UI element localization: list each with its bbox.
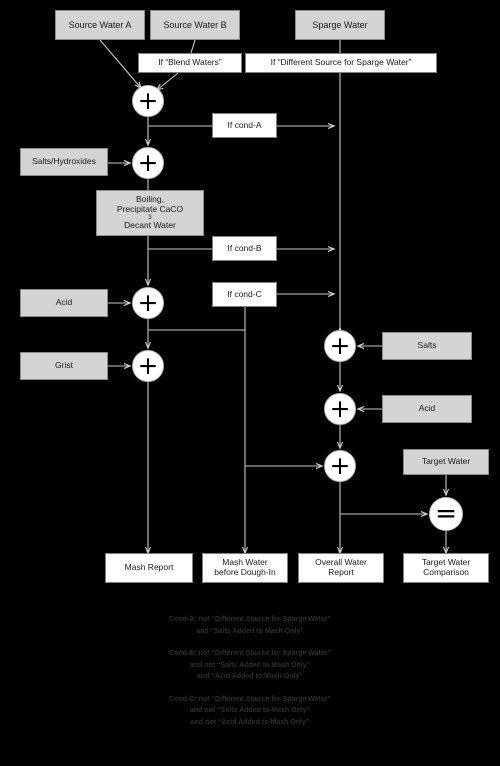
footnote-line: and “Salts Added to Mash Only” (196, 627, 304, 635)
plus-icon: + (137, 287, 159, 317)
plus-icon: + (137, 350, 159, 380)
node-label-multiline: Boiling, Precipitate CaCO 3 Decant Water (108, 194, 192, 231)
footnote-cond-b: Cond-B: not “Different Source for Sparge… (0, 648, 500, 683)
node-label: If “Blend Waters” (158, 57, 222, 68)
node-overall-water-report[interactable]: Overall Water Report (298, 553, 384, 583)
node-sparge-water[interactable]: Sparge Water (295, 10, 385, 40)
operator-grist-junction[interactable]: + (132, 350, 164, 382)
plus-icon: + (329, 330, 351, 360)
node-target-water-comparison[interactable]: Target Water Comparison (403, 553, 489, 583)
node-salts-right[interactable]: Salts (382, 332, 472, 360)
node-acid-right[interactable]: Acid (382, 395, 472, 423)
node-if-cond-c[interactable]: If cond-C (212, 282, 277, 307)
node-label: If cond-A (227, 119, 262, 130)
node-source-water-b[interactable]: Source Water B (150, 10, 240, 40)
plus-icon: + (137, 147, 159, 177)
footnote-cond-a: Cond-A: not “Different Source for Sparge… (0, 614, 500, 637)
flowchart-canvas: Source Water A Source Water B Sparge Wat… (0, 0, 500, 766)
node-label-multiline: Target Water Comparison (416, 557, 476, 578)
node-if-cond-a[interactable]: If cond-A (212, 113, 277, 138)
node-target-water[interactable]: Target Water (403, 449, 489, 475)
node-label: If cond-B (227, 242, 262, 253)
footnotes-block: Cond-A: not “Different Source for Sparge… (0, 614, 500, 739)
footnote-line: and “Acid Added to Mash Only” (197, 673, 303, 680)
operator-sparge-salts-junction[interactable]: + (324, 330, 356, 362)
node-label-multiline: Mash Water before Dough-In (208, 557, 281, 578)
node-acid-left[interactable]: Acid (20, 289, 108, 317)
operator-salts-junction[interactable]: + (132, 147, 164, 179)
node-label: Salts (417, 340, 437, 351)
operator-sparge-acid-junction[interactable]: + (324, 393, 356, 425)
node-if-blend-waters[interactable]: If “Blend Waters” (138, 53, 242, 73)
footnote-line: Cond-B: not “Different Source for Sparge… (169, 650, 331, 657)
operator-overall-junction[interactable]: + (324, 450, 356, 482)
node-if-cond-b[interactable]: If cond-B (212, 236, 277, 261)
node-mash-water-before-dough-in[interactable]: Mash Water before Dough-In (202, 553, 288, 583)
node-label: Target Water (421, 456, 471, 467)
node-label: Salts/Hydroxides (32, 156, 96, 167)
operator-compare-junction[interactable]: = (429, 497, 463, 531)
operator-acid-junction[interactable]: + (132, 287, 164, 319)
boiling-line-3: Decant Water (124, 220, 176, 231)
footnote-line: Cond-C: not “Different Source for Sparge… (169, 695, 331, 703)
node-label-multiline: Overall Water Report (309, 557, 373, 578)
node-label: Source Water B (163, 19, 227, 30)
footnote-line: and not “Salts Added to Mash Only” (189, 661, 311, 669)
comparison-line-2: Comparison (423, 567, 469, 577)
node-mash-report[interactable]: Mash Report (105, 553, 193, 583)
node-grist[interactable]: Grist (20, 352, 108, 380)
boiling-line-2: Precipitate CaCO 3 (111, 204, 189, 222)
node-source-water-a[interactable]: Source Water A (55, 10, 145, 40)
node-boiling-precipitate[interactable]: Boiling, Precipitate CaCO 3 Decant Water (96, 190, 204, 236)
edge-ifblend-blend (157, 72, 179, 90)
node-label: Sparge Water (312, 19, 368, 30)
node-salts-hydroxides[interactable]: Salts/Hydroxides (20, 148, 108, 176)
node-label: Mash Report (124, 562, 174, 573)
footnote-cond-c: Cond-C: not “Different Source for Sparge… (0, 694, 500, 729)
node-if-different-source-sparge[interactable]: If “Different Source for Sparge Water” (245, 53, 437, 73)
plus-icon: + (137, 85, 159, 115)
node-label: Grist (55, 360, 73, 371)
overall-line-2: Report (328, 567, 354, 577)
edge-sourcea-blend (99, 39, 141, 88)
footnote-line: Cond-A: not “Different Source for Sparge… (169, 616, 331, 623)
mash-water-line-2: before Dough-In (214, 567, 276, 577)
node-label: Source Water A (68, 19, 132, 30)
footnote-line: and not “Acid Added to Mash Only” (190, 718, 310, 726)
equals-icon: = (434, 498, 458, 529)
edge-sourceb-ifblend (190, 39, 196, 54)
plus-icon: + (329, 450, 351, 480)
node-label: If cond-C (227, 288, 262, 299)
node-label: If “Different Source for Sparge Water” (270, 57, 412, 68)
node-label: Acid (418, 403, 436, 414)
plus-icon: + (329, 393, 351, 423)
operator-blend-junction[interactable]: + (132, 85, 164, 117)
node-label: Acid (55, 297, 73, 308)
footnote-line: and not “Salts Added to Mash Only” (189, 707, 311, 714)
